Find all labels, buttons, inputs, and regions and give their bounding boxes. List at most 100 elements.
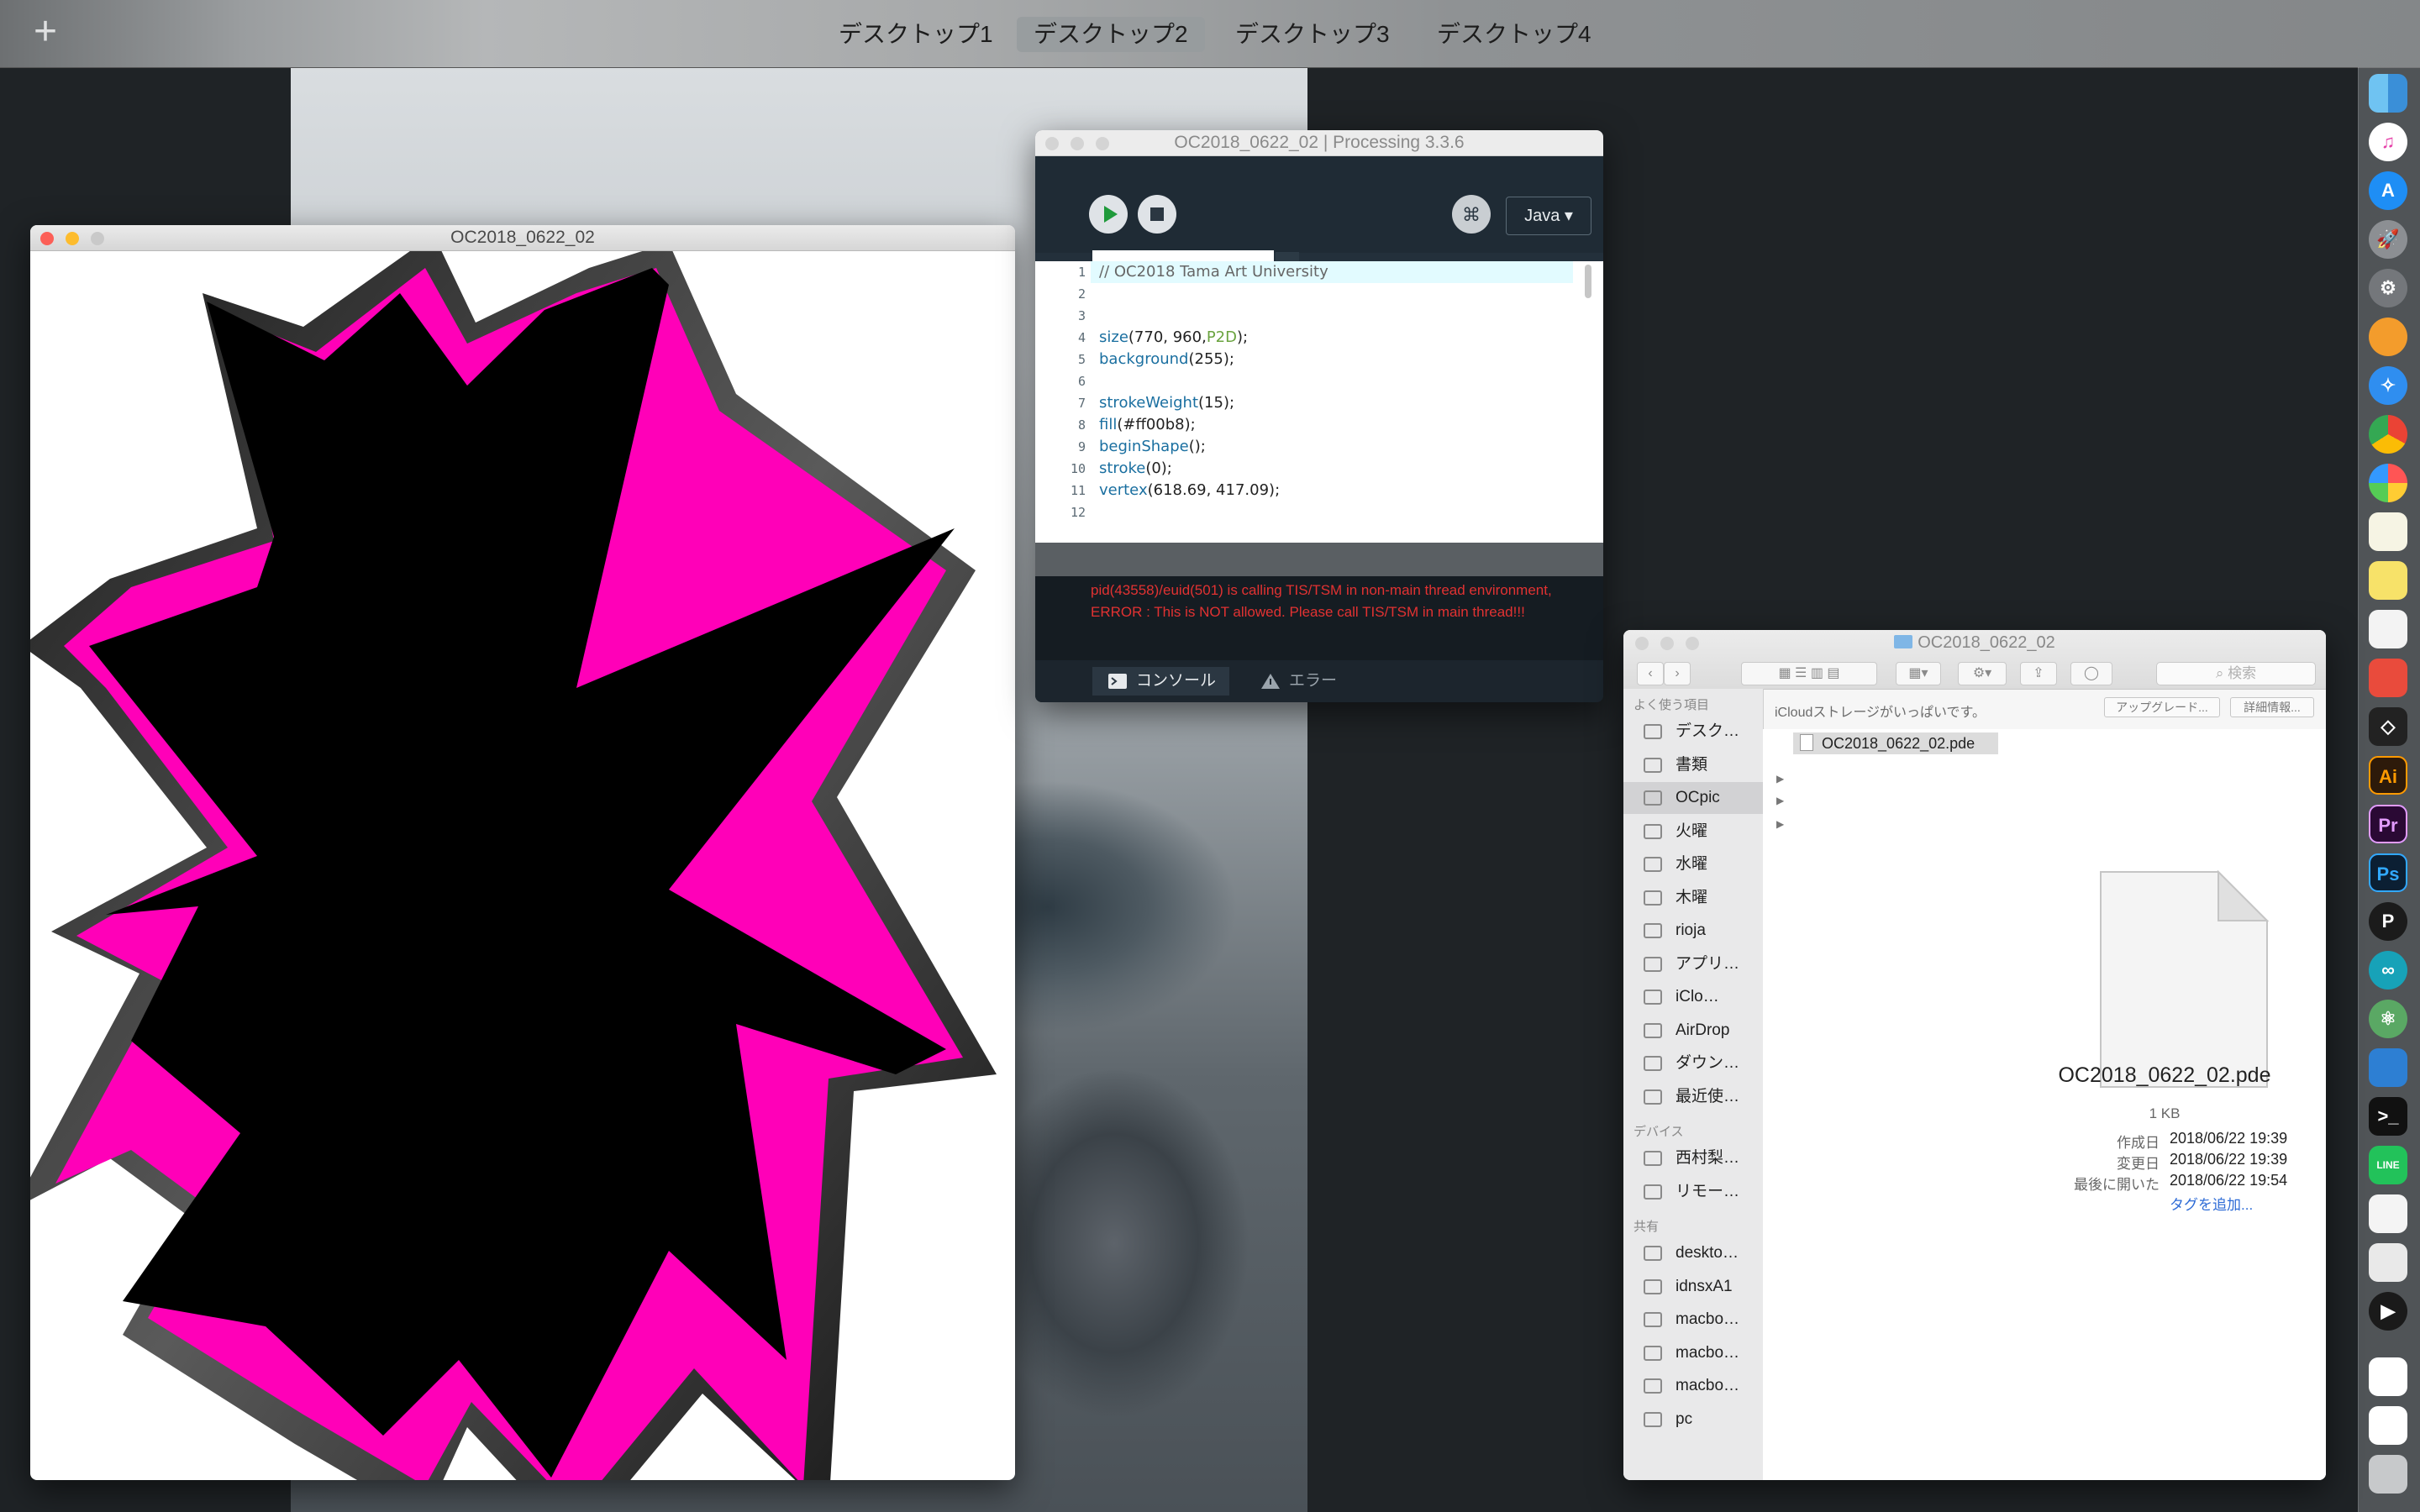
run-button[interactable] xyxy=(1089,195,1128,234)
sketch-titlebar[interactable]: OC2018_0622_02 xyxy=(30,225,1015,251)
ibooks-icon[interactable] xyxy=(2369,318,2407,356)
finder-title-text: OC2018_0622_02 xyxy=(1918,633,2055,652)
script-editor-icon[interactable] xyxy=(2369,1194,2407,1233)
space-tab-desktop-4[interactable]: デスクトップ4 xyxy=(1420,17,1608,52)
numbers-icon[interactable] xyxy=(2369,1243,2407,1282)
sidebar-item-shared-5[interactable]: pc xyxy=(1623,1404,1763,1436)
minimize-button[interactable] xyxy=(1071,137,1084,150)
view-mode-control[interactable]: ▦ ☰ ▥ ▤ xyxy=(1741,662,1877,685)
space-tab-desktop-2[interactable]: デスクトップ2 xyxy=(1017,17,1205,52)
add-space-button[interactable]: + xyxy=(34,12,57,52)
zoom-button[interactable] xyxy=(1096,137,1109,150)
sidebar-item-favorite-9[interactable]: AirDrop xyxy=(1623,1015,1763,1047)
finder-toolbar[interactable]: OC2018_0622_02 ‹ › ▦ ☰ ▥ ▤ ▦▾ ⚙▾ ⇪ ◯ ⌕ 検… xyxy=(1623,630,2326,690)
chrome-icon[interactable] xyxy=(2369,415,2407,454)
sidebar-item-favorite-5[interactable]: 木曜 xyxy=(1623,882,1763,914)
finder-window[interactable]: OC2018_0622_02 ‹ › ▦ ☰ ▥ ▤ ▦▾ ⚙▾ ⇪ ◯ ⌕ 検… xyxy=(1623,630,2326,1480)
stop-button[interactable] xyxy=(1138,195,1176,234)
add-tags-link[interactable]: タグを追加... xyxy=(2170,1193,2253,1214)
forward-button[interactable]: › xyxy=(1664,662,1691,685)
illustrator-icon[interactable]: Ai xyxy=(2369,756,2407,795)
processing-ide-window[interactable]: OC2018_0622_02 | Processing 3.3.6 ⌘ Java… xyxy=(1035,130,1603,702)
code-constant: P2D xyxy=(1206,328,1237,346)
space-tab-desktop-1[interactable]: デスクトップ1 xyxy=(822,17,1010,52)
sidebar-item-label: 水曜 xyxy=(1676,855,1708,873)
code-editor[interactable]: 1 2 3 4 5 6 7 8 9 10 11 12 // OC2018 Tama Art Unive… xyxy=(1035,261,1603,543)
finder-icon[interactable] xyxy=(2369,74,2407,113)
atom-icon[interactable]: ⚛ xyxy=(2369,1000,2407,1038)
system-preferences-icon[interactable]: ⚙ xyxy=(2369,269,2407,307)
tags-button[interactable]: ◯ xyxy=(2070,662,2112,685)
sidebar-item-favorite-6[interactable]: rioja xyxy=(1623,915,1763,947)
sidebar-item-label: アプリ… xyxy=(1676,954,1740,973)
sidebar-item-favorite-4[interactable]: 水曜 xyxy=(1623,848,1763,880)
sidebar-item-device-0[interactable]: 西村梨… xyxy=(1623,1142,1763,1174)
textedit-icon[interactable] xyxy=(2369,610,2407,648)
action-gear-button[interactable]: ⚙▾ xyxy=(1958,662,2007,685)
sidebar-item-shared-3[interactable]: macbo… xyxy=(1623,1337,1763,1369)
share-button[interactable]: ⇪ xyxy=(2020,662,2057,685)
zoom-button[interactable] xyxy=(91,232,104,245)
arrange-button[interactable]: ▦▾ xyxy=(1896,662,1941,685)
sidebar-item-shared-4[interactable]: macbo… xyxy=(1623,1370,1763,1402)
sidebar-item-favorite-7[interactable]: アプリ… xyxy=(1623,948,1763,980)
sidebar-item-label: デスク… xyxy=(1676,722,1740,740)
close-button[interactable] xyxy=(1045,137,1059,150)
sketch-window[interactable]: OC2018_0622_02 xyxy=(30,225,1015,1480)
premiere-icon[interactable]: Pr xyxy=(2369,805,2407,843)
editor-scrollbar[interactable] xyxy=(1585,265,1591,298)
ide-titlebar[interactable]: OC2018_0622_02 | Processing 3.3.6 xyxy=(1035,130,1603,156)
documents-stack-icon[interactable] xyxy=(2369,1406,2407,1445)
details-button[interactable]: 詳細情報... xyxy=(2230,697,2314,717)
line-icon[interactable]: LINE xyxy=(2369,1146,2407,1184)
processing-icon[interactable]: P xyxy=(2369,902,2407,941)
photos-icon[interactable] xyxy=(2369,464,2407,502)
upgrade-button[interactable]: アップグレード... xyxy=(2104,697,2220,717)
trash-icon[interactable] xyxy=(2369,1455,2407,1494)
sidebar-item-favorite-2[interactable]: OCpic xyxy=(1623,782,1763,814)
browser-column-files[interactable]: OC2018_0622_02.pde xyxy=(1786,729,2004,1480)
terminal-icon[interactable]: >_ xyxy=(2369,1097,2407,1136)
minimize-button[interactable] xyxy=(66,232,79,245)
unity-icon[interactable]: ◇ xyxy=(2369,707,2407,746)
svg-text:⌘: ⌘ xyxy=(1462,205,1481,226)
quicktime-icon[interactable]: ▶ xyxy=(2369,1292,2407,1331)
xcode-icon[interactable] xyxy=(2369,1048,2407,1087)
sidebar-item-favorite-1[interactable]: 書類 xyxy=(1623,749,1763,781)
stickies-icon[interactable] xyxy=(2369,561,2407,600)
console-panel[interactable]: pid(43558)/euid(501) is calling TIS/TSM … xyxy=(1035,576,1603,660)
sidebar-item-label: 火曜 xyxy=(1676,822,1708,840)
debug-button[interactable]: ⌘ xyxy=(1452,195,1491,234)
itunes-icon[interactable]: ♫ xyxy=(2369,123,2407,161)
safari-icon[interactable]: ✧ xyxy=(2369,366,2407,405)
search-field[interactable]: ⌕ 検索 xyxy=(2156,662,2316,685)
sidebar-item-device-1[interactable]: リモー… xyxy=(1623,1176,1763,1208)
arduino-icon[interactable]: ∞ xyxy=(2369,951,2407,990)
sidebar-item-shared-0[interactable]: deskto… xyxy=(1623,1237,1763,1269)
sidebar-item-favorite-0[interactable]: デスク… xyxy=(1623,716,1763,748)
app-store-icon[interactable]: A xyxy=(2369,171,2407,210)
file-row-selected[interactable]: OC2018_0622_02.pde xyxy=(1793,732,1998,754)
launchpad-icon[interactable]: 🚀 xyxy=(2369,220,2407,259)
close-button[interactable] xyxy=(40,232,54,245)
sidebar-item-favorite-3[interactable]: 火曜 xyxy=(1623,816,1763,848)
line-number: 12 xyxy=(1070,505,1086,520)
sidebar-item-label: deskto… xyxy=(1676,1244,1739,1262)
browser-column-parent[interactable]: ▶ ▶ ▶ xyxy=(1763,729,1787,1480)
back-button[interactable]: ‹ xyxy=(1637,662,1664,685)
sketchup-icon[interactable] xyxy=(2369,659,2407,697)
sidebar-item-shared-2[interactable]: macbo… xyxy=(1623,1304,1763,1336)
code-line: stroke(0); xyxy=(1099,459,1172,477)
sidebar-item-favorite-11[interactable]: 最近使… xyxy=(1623,1081,1763,1113)
space-tab-desktop-3[interactable]: デスクトップ3 xyxy=(1218,17,1407,52)
sidebar-item-favorite-10[interactable]: ダウン… xyxy=(1623,1047,1763,1079)
editor-console-divider[interactable] xyxy=(1035,543,1603,576)
downloads-stack-icon[interactable] xyxy=(2369,1357,2407,1396)
sidebar-item-favorite-8[interactable]: iClo… xyxy=(1623,981,1763,1013)
tab-console[interactable]: コンソール xyxy=(1092,667,1230,696)
notes-icon[interactable] xyxy=(2369,512,2407,551)
photoshop-icon[interactable]: Ps xyxy=(2369,853,2407,892)
mode-selector[interactable]: Java ▾ xyxy=(1506,197,1591,235)
sidebar-item-shared-1[interactable]: idnsxA1 xyxy=(1623,1271,1763,1303)
tab-errors[interactable]: エラー xyxy=(1245,667,1350,696)
